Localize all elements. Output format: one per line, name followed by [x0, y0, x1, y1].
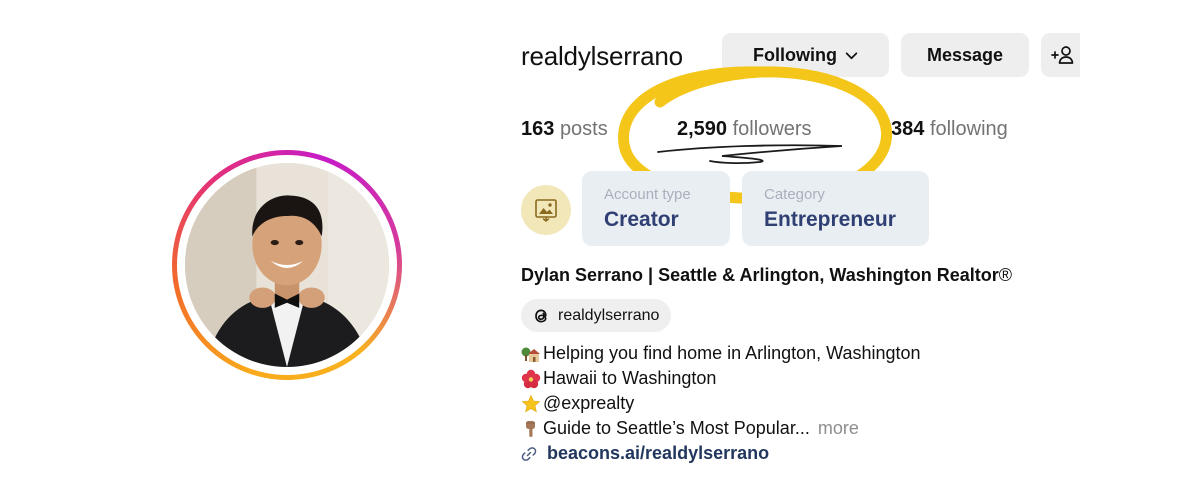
bio-text: @exprealty [543, 393, 635, 413]
account-type-label: Account type [604, 186, 691, 203]
category-label: Category [764, 186, 825, 203]
professional-dashboard-chip[interactable] [521, 185, 571, 235]
following-stat[interactable]: 384 following [891, 118, 1008, 141]
followers-count: 2,590 [677, 118, 728, 140]
account-type-value: Creator [604, 208, 679, 231]
followers-label: followers [732, 118, 812, 140]
message-button[interactable]: Message [901, 33, 1029, 77]
bio-text: Hawaii to Washington [543, 368, 717, 388]
following-button[interactable]: Following [722, 33, 889, 77]
bio-text: Guide to Seattle’s Most Popular... [543, 418, 810, 438]
profile-photo [185, 163, 389, 367]
house-with-garden-icon [521, 347, 540, 362]
threads-badge[interactable]: realdylserrano [521, 299, 672, 332]
more-link[interactable]: more [818, 418, 859, 439]
posts-stat: 163 posts [521, 118, 608, 141]
threads-icon [535, 309, 547, 322]
following-count: 384 [891, 118, 925, 140]
followers-stat[interactable]: 2,590 followers [677, 118, 812, 141]
bio-line: Guide to Seattle’s Most Popular... more [521, 418, 859, 439]
posts-label: posts [559, 118, 608, 140]
avatar-border [177, 155, 397, 375]
framed-picture-icon [535, 199, 557, 222]
bio-line: Helping you find home in Arlington, Wash… [521, 343, 921, 364]
category-card[interactable]: Category Entrepreneur [742, 171, 929, 246]
pointing-down-icon [526, 420, 535, 437]
suggested-users-button[interactable] [1041, 33, 1080, 77]
star-icon [521, 394, 541, 412]
registered-mark: ® [998, 265, 1013, 285]
message-button-label: Message [926, 44, 1004, 65]
bio-line: @exprealty [521, 393, 634, 414]
following-label: following [929, 118, 1008, 140]
full-name-text: Dylan Serrano | Seattle & Arlington, Was… [521, 265, 999, 285]
chevron-down-icon [845, 51, 858, 59]
full-name: Dylan Serrano | Seattle & Arlington, Was… [521, 265, 1012, 286]
story-ring[interactable] [172, 150, 402, 380]
bio-line: Hawaii to Washington [521, 368, 716, 389]
following-button-label: Following [753, 44, 837, 65]
username: realdylserrano [521, 41, 683, 71]
add-user-icon [1051, 46, 1074, 64]
external-link[interactable]: beacons.ai/realdylserrano [521, 443, 769, 464]
category-value: Entrepreneur [764, 208, 896, 231]
account-type-card[interactable]: Account type Creator [582, 171, 730, 246]
avatar[interactable] [185, 163, 389, 367]
posts-count: 163 [521, 118, 555, 140]
link-text: beacons.ai/realdylserrano [547, 443, 770, 463]
bio-text: Helping you find home in Arlington, Wash… [543, 343, 921, 363]
hibiscus-icon [521, 369, 541, 388]
threads-handle: realdylserrano [558, 306, 660, 324]
link-icon [521, 446, 537, 461]
